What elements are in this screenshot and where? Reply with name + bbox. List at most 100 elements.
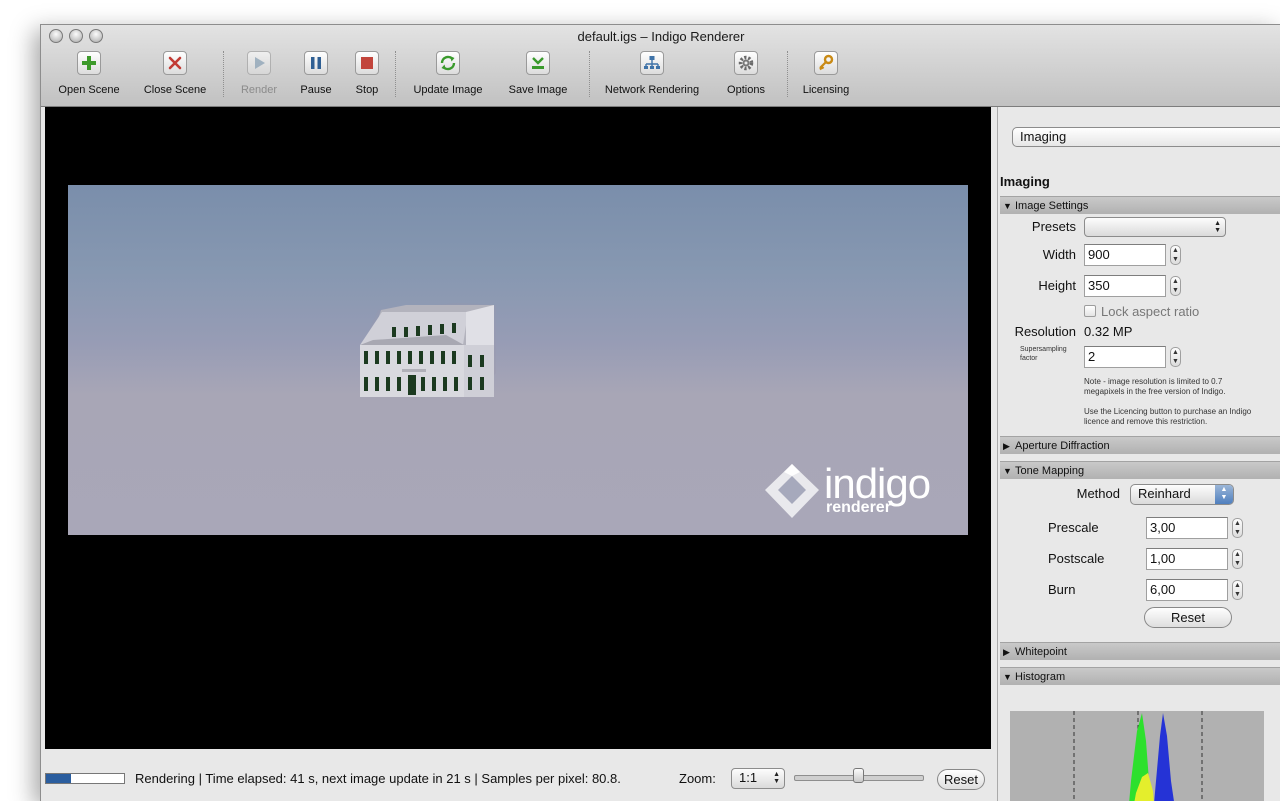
disclosure-open-icon: ▼ <box>1003 672 1012 682</box>
close-scene-label: Close Scene <box>143 84 207 96</box>
options-label: Options <box>727 84 765 96</box>
update-image-label: Update Image <box>413 84 483 96</box>
resolution-label: Resolution <box>1014 324 1076 339</box>
render-label: Render <box>240 84 278 96</box>
plus-icon <box>77 51 101 75</box>
update-image-button[interactable]: Update Image <box>405 49 491 101</box>
close-scene-button[interactable]: Close Scene <box>137 49 213 101</box>
postscale-input[interactable]: 1,00 <box>1146 548 1228 570</box>
pause-icon <box>304 51 328 75</box>
note-line-2: megapixels in the free version of Indigo… <box>1084 387 1226 396</box>
refresh-icon <box>436 51 460 75</box>
height-stepper[interactable]: ▲ ▼ <box>1170 276 1181 296</box>
updown-arrows-icon: ▲ ▼ <box>773 771 780 785</box>
zoom-reset-button[interactable]: Reset <box>937 769 985 790</box>
watermark-logo-subtext: renderer <box>826 499 891 516</box>
histogram-title: Histogram <box>1015 671 1066 683</box>
save-image-button[interactable]: Save Image <box>501 49 575 101</box>
render-progress-fill <box>46 774 71 783</box>
save-image-label: Save Image <box>508 84 568 96</box>
window-title: default.igs – Indigo Renderer <box>577 29 745 44</box>
resolution-note: Note - image resolution is limited to 0.… <box>1084 377 1280 427</box>
pause-button[interactable]: Pause <box>291 49 341 101</box>
pause-label: Pause <box>300 84 332 96</box>
prescale-stepper[interactable]: ▲ ▼ <box>1232 518 1243 538</box>
histogram-header[interactable]: ▼ Histogram <box>1000 667 1280 685</box>
zoom-select[interactable]: 1:1 ▲ ▼ <box>731 768 785 789</box>
gear-icon <box>734 51 758 75</box>
method-select[interactable]: Reinhard ▲ ▼ <box>1130 484 1234 505</box>
stop-icon <box>355 51 379 75</box>
render-viewport[interactable]: indigo renderer <box>45 107 991 749</box>
stop-button[interactable]: Stop <box>342 49 392 101</box>
note-line-4: licence and remove this restriction. <box>1084 417 1208 426</box>
open-scene-button[interactable]: Open Scene <box>51 49 127 101</box>
supersampling-label: Supersampling factor <box>1020 345 1076 363</box>
render-image: indigo renderer <box>68 185 968 535</box>
toolbar: default.igs – Indigo Renderer Open Scene… <box>41 25 1280 107</box>
image-settings-header[interactable]: ▼ Image Settings <box>1000 196 1280 214</box>
toolbar-separator <box>395 51 397 97</box>
tone-mapping-reset-button[interactable]: Reset <box>1144 607 1232 628</box>
disclosure-closed-icon: ▶ <box>1003 647 1010 657</box>
render-button[interactable]: Render <box>234 49 284 101</box>
width-label: Width <box>1042 247 1076 262</box>
disclosure-open-icon: ▼ <box>1003 466 1012 476</box>
close-x-icon <box>163 51 187 75</box>
postscale-stepper[interactable]: ▲ ▼ <box>1232 549 1243 569</box>
width-stepper[interactable]: ▲ ▼ <box>1170 245 1181 265</box>
lock-aspect-label: Lock aspect ratio <box>1101 304 1200 319</box>
zoom-slider-knob[interactable] <box>852 768 864 783</box>
play-icon <box>247 51 271 75</box>
licensing-label: Licensing <box>802 84 850 96</box>
lock-aspect-checkbox[interactable] <box>1084 305 1096 317</box>
aperture-diffraction-header[interactable]: ▶ Aperture Diffraction <box>1000 436 1280 454</box>
network-rendering-label: Network Rendering <box>604 84 700 96</box>
width-input[interactable]: 900 <box>1084 244 1166 266</box>
network-rendering-button[interactable]: Network Rendering <box>597 49 707 101</box>
disclosure-open-icon: ▼ <box>1003 201 1012 211</box>
options-button[interactable]: Options <box>717 49 775 101</box>
presets-select[interactable]: ▲ ▼ <box>1084 217 1226 237</box>
status-text: Rendering | Time elapsed: 41 s, next ima… <box>135 771 621 786</box>
network-icon <box>640 51 664 75</box>
toolbar-separator <box>223 51 225 97</box>
prescale-label: Prescale <box>1048 520 1099 535</box>
burn-stepper[interactable]: ▲ ▼ <box>1232 580 1243 600</box>
licensing-button[interactable]: Licensing <box>795 49 857 101</box>
note-line-1: Note - image resolution is limited to 0.… <box>1084 377 1223 386</box>
stop-label: Stop <box>355 84 379 96</box>
supersampling-input[interactable]: 2 <box>1084 346 1166 368</box>
supersampling-label-line2: factor <box>1020 355 1038 362</box>
key-icon <box>814 51 838 75</box>
postscale-label: Postscale <box>1048 551 1105 566</box>
download-icon <box>526 51 550 75</box>
image-settings-title: Image Settings <box>1015 200 1089 212</box>
presets-label: Presets <box>1031 219 1076 234</box>
section-selector[interactable]: Imaging <box>1012 127 1280 147</box>
zoom-select-value: 1:1 <box>739 770 758 785</box>
status-bar: Rendering | Time elapsed: 41 s, next ima… <box>41 755 993 801</box>
toolbar-separator <box>787 51 789 97</box>
zoom-label: Zoom: <box>679 771 716 786</box>
prescale-input[interactable]: 3,00 <box>1146 517 1228 539</box>
height-label: Height <box>1038 278 1076 293</box>
updown-arrows-icon: ▲ ▼ <box>1214 220 1221 234</box>
height-input[interactable]: 350 <box>1084 275 1166 297</box>
method-select-arrows: ▲ ▼ <box>1215 485 1233 504</box>
aperture-diffraction-title: Aperture Diffraction <box>1015 440 1110 452</box>
section-selector-value: Imaging <box>1020 129 1067 144</box>
open-scene-label: Open Scene <box>58 84 120 96</box>
resolution-value: 0.32 MP <box>1084 324 1133 339</box>
app-window: default.igs – Indigo Renderer Open Scene… <box>40 24 1280 801</box>
tone-mapping-title: Tone Mapping <box>1015 465 1085 477</box>
disclosure-closed-icon: ▶ <box>1003 441 1010 451</box>
render-progress-bar <box>45 773 125 784</box>
whitepoint-header[interactable]: ▶ Whitepoint <box>1000 642 1280 660</box>
tone-mapping-header[interactable]: ▼ Tone Mapping <box>1000 461 1280 479</box>
burn-label: Burn <box>1048 582 1076 597</box>
settings-panel: Imaging Imaging ▼ Image Settings Presets … <box>997 107 1280 801</box>
burn-input[interactable]: 6,00 <box>1146 579 1228 601</box>
supersampling-stepper[interactable]: ▲ ▼ <box>1170 347 1181 367</box>
method-label: Method <box>1076 486 1120 501</box>
